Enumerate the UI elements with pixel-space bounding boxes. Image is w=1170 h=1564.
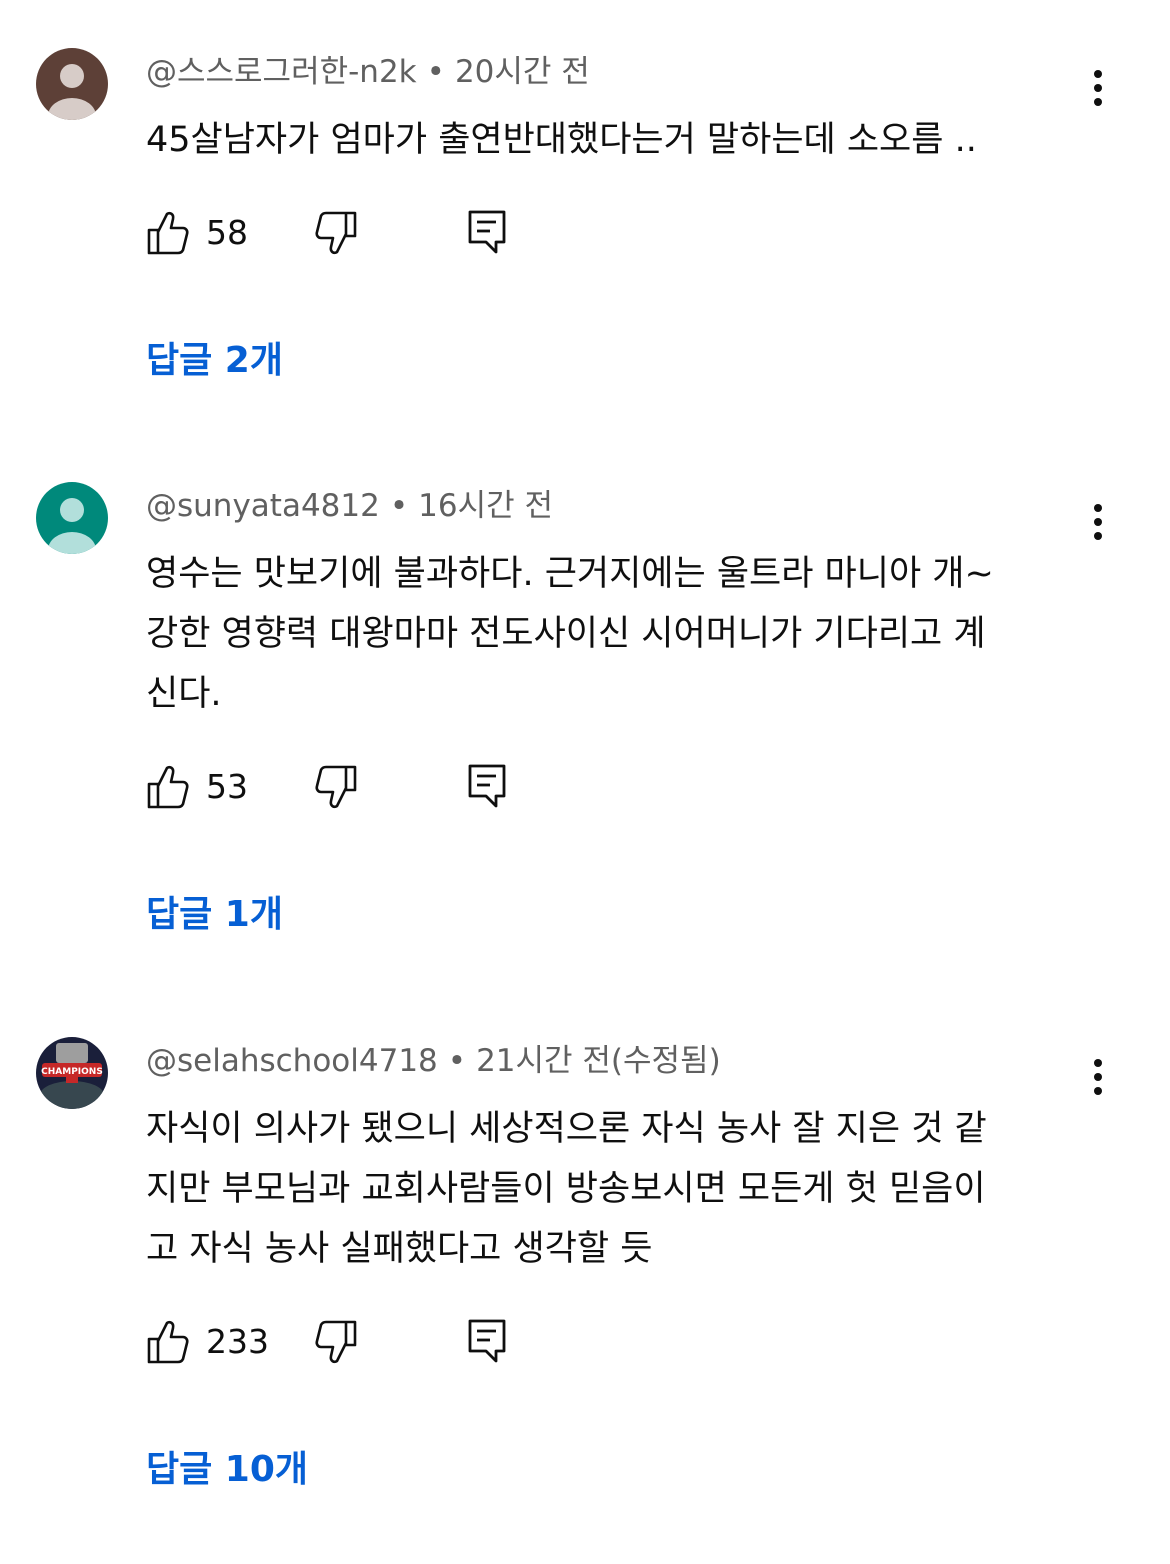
comment-time: 21시간 전(수정됨) bbox=[476, 1043, 721, 1079]
view-replies-link[interactable]: 답글 1개 bbox=[146, 890, 283, 940]
meta-separator: • bbox=[426, 54, 445, 90]
reply-button[interactable] bbox=[466, 208, 510, 258]
like-button[interactable] bbox=[146, 762, 190, 812]
like-count: 58 bbox=[206, 213, 248, 252]
avatar[interactable] bbox=[36, 482, 108, 554]
more-button[interactable] bbox=[1080, 500, 1116, 544]
dislike-button[interactable] bbox=[314, 762, 358, 812]
comment-author[interactable]: @sunyata4812 bbox=[146, 488, 380, 524]
comment-meta: @sunyata4812 • 16시간 전 bbox=[146, 486, 553, 526]
avatar[interactable]: CHAMPIONS bbox=[36, 1037, 108, 1109]
more-button[interactable] bbox=[1080, 66, 1116, 110]
like-button[interactable] bbox=[146, 208, 190, 258]
more-vertical-icon bbox=[1094, 70, 1102, 106]
reply-comment-icon bbox=[468, 210, 506, 254]
thumbs-down-icon bbox=[315, 211, 357, 255]
reply-button[interactable] bbox=[466, 762, 510, 812]
like-count: 233 bbox=[206, 1322, 269, 1361]
view-replies-link[interactable]: 답글 10개 bbox=[146, 1445, 308, 1495]
comment-time: 16시간 전 bbox=[418, 488, 554, 524]
svg-text:CHAMPIONS: CHAMPIONS bbox=[41, 1067, 103, 1077]
comment-text: 45살남자가 엄마가 출연반대했다는거 말하는데 소오름 .. bbox=[146, 120, 977, 160]
champions-logo-image: CHAMPIONS bbox=[36, 1037, 108, 1109]
view-replies-link[interactable]: 답글 2개 bbox=[146, 336, 283, 386]
thumbs-down-icon bbox=[315, 1320, 357, 1364]
comment-author[interactable]: @스스로그러한-n2k bbox=[146, 54, 417, 90]
thumbs-up-icon bbox=[147, 1320, 189, 1364]
reply-comment-icon bbox=[468, 764, 506, 808]
comment-author[interactable]: @selahschool4718 bbox=[146, 1043, 438, 1079]
dislike-button[interactable] bbox=[314, 208, 358, 258]
more-button[interactable] bbox=[1080, 1055, 1116, 1099]
comment-text: 영수는 맛보기에 불과하다. 근거지에는 울트라 마니아 개~ 강한 영향력 대… bbox=[146, 554, 994, 714]
thumbs-down-icon bbox=[315, 765, 357, 809]
comment-text: 자식이 의사가 됐으니 세상적으론 자식 농사 잘 지은 것 같 지만 부모님과… bbox=[146, 1109, 987, 1269]
avatar[interactable] bbox=[36, 48, 108, 120]
more-vertical-icon bbox=[1094, 1059, 1102, 1095]
thumbs-up-icon bbox=[147, 211, 189, 255]
more-vertical-icon bbox=[1094, 504, 1102, 540]
reply-comment-icon bbox=[468, 1319, 506, 1363]
like-button[interactable] bbox=[146, 1317, 190, 1367]
comment-meta: @스스로그러한-n2k • 20시간 전 bbox=[146, 52, 590, 92]
comment-meta: @selahschool4718 • 21시간 전(수정됨) bbox=[146, 1041, 721, 1081]
dislike-button[interactable] bbox=[314, 1317, 358, 1367]
reply-button[interactable] bbox=[466, 1317, 510, 1367]
meta-separator: • bbox=[389, 488, 409, 524]
meta-separator: • bbox=[447, 1043, 467, 1079]
comment-time: 20시간 전 bbox=[454, 54, 590, 90]
like-count: 53 bbox=[206, 767, 248, 806]
thumbs-up-icon bbox=[147, 765, 189, 809]
